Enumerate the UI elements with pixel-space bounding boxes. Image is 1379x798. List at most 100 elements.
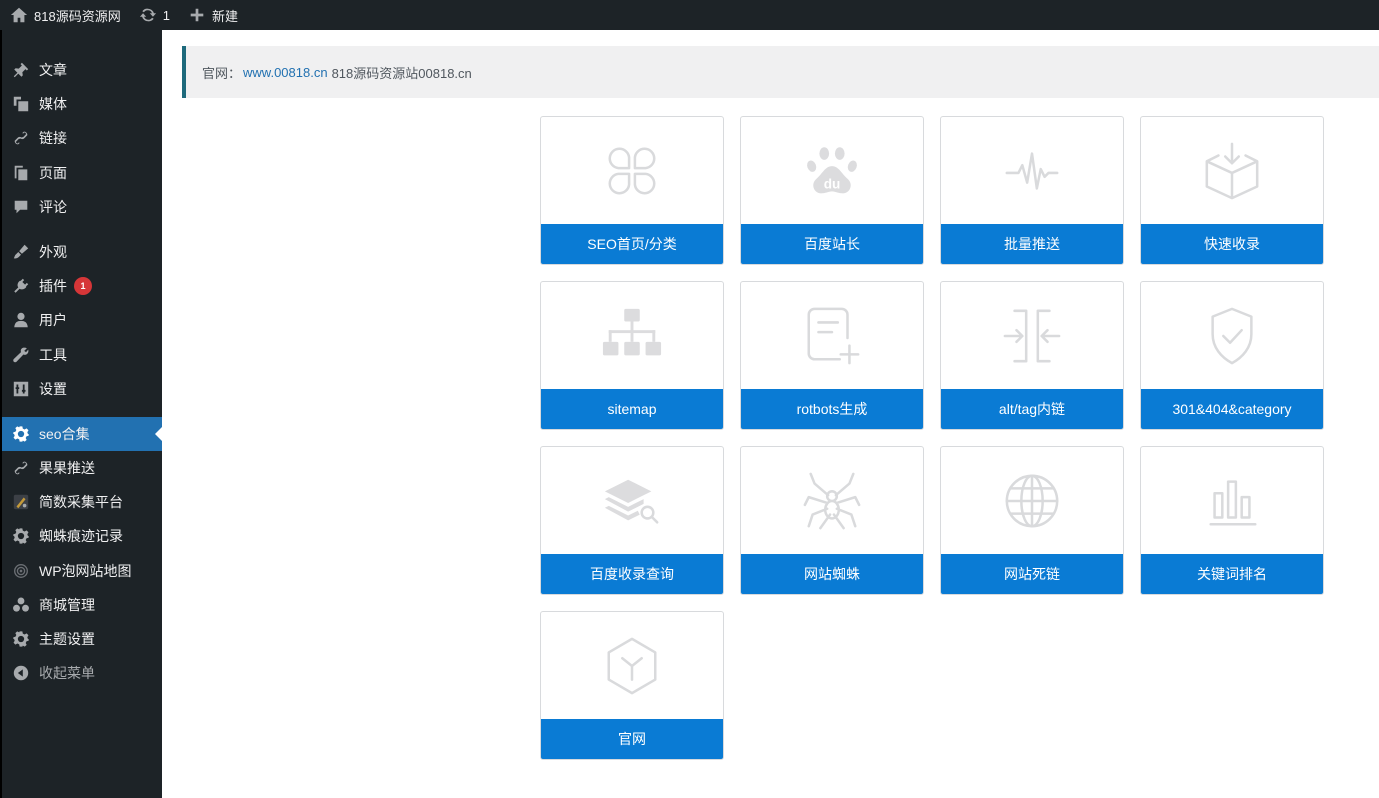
official-site-link[interactable]: www.00818.cn bbox=[243, 65, 328, 80]
link-icon bbox=[11, 458, 31, 478]
collapse-icon bbox=[11, 663, 31, 683]
svg-text:du: du bbox=[824, 176, 841, 191]
settings-icon bbox=[11, 379, 31, 399]
menu-label: 页面 bbox=[39, 165, 67, 181]
new-content-link[interactable]: 新建 bbox=[180, 0, 246, 30]
menu-media[interactable]: 媒体 bbox=[2, 87, 162, 121]
tile-label: 批量推送 bbox=[941, 224, 1123, 264]
menu-label: 商城管理 bbox=[39, 597, 95, 613]
menu-shop-management[interactable]: 商城管理 bbox=[2, 588, 162, 622]
menu-label: 工具 bbox=[39, 347, 67, 363]
gear-icon bbox=[11, 424, 31, 444]
menu-posts[interactable]: 文章 bbox=[2, 53, 162, 87]
page-icon bbox=[11, 163, 31, 183]
updates-link[interactable]: 1 bbox=[131, 0, 178, 30]
plus-icon bbox=[190, 8, 204, 22]
tile-label: 网站死链 bbox=[941, 554, 1123, 594]
menu-jianshu-collector[interactable]: 简数采集平台 bbox=[2, 485, 162, 519]
menu-appearance[interactable]: 外观 bbox=[2, 235, 162, 269]
menu-pages[interactable]: 页面 bbox=[2, 156, 162, 190]
tile-robots-generator[interactable]: rotbots生成 bbox=[740, 281, 924, 430]
link-icon bbox=[11, 128, 31, 148]
menu-label: seo合集 bbox=[39, 426, 90, 442]
tile-baidu-webmaster[interactable]: du 百度站长 bbox=[740, 116, 924, 265]
bar-chart-icon bbox=[1141, 447, 1323, 554]
pulse-icon bbox=[941, 117, 1123, 224]
site-name: 818源码资源网 bbox=[34, 8, 121, 24]
tile-label: sitemap bbox=[541, 389, 723, 429]
menu-label: 蜘蛛痕迹记录 bbox=[39, 528, 123, 544]
menu-label: 媒体 bbox=[39, 96, 67, 112]
clover-icon bbox=[541, 117, 723, 224]
tile-seo-home-category[interactable]: SEO首页/分类 bbox=[540, 116, 724, 265]
notice-prefix: 官网： bbox=[202, 65, 242, 81]
tile-label: alt/tag内链 bbox=[941, 389, 1123, 429]
menu-theme-settings[interactable]: 主题设置 bbox=[2, 622, 162, 656]
tile-batch-push[interactable]: 批量推送 bbox=[940, 116, 1124, 265]
tile-site-spider[interactable]: 网站蜘蛛 bbox=[740, 446, 924, 595]
tile-official-site[interactable]: 官网 bbox=[540, 611, 724, 760]
home-icon bbox=[10, 7, 28, 23]
notice-suffix: 818源码资源站00818.cn bbox=[331, 65, 472, 81]
menu-settings[interactable]: 设置 bbox=[2, 372, 162, 406]
menu-label: 主题设置 bbox=[39, 631, 95, 647]
menu-collapse[interactable]: 收起菜单 bbox=[2, 656, 162, 690]
menu-label: 外观 bbox=[39, 244, 67, 260]
menu-guoguo-push[interactable]: 果果推送 bbox=[2, 451, 162, 485]
collector-icon bbox=[11, 492, 31, 512]
menu-plugins[interactable]: 插件 1 bbox=[2, 269, 162, 303]
updates-count: 1 bbox=[162, 7, 170, 23]
globe-icon bbox=[941, 447, 1123, 554]
wrench-icon bbox=[11, 345, 31, 365]
tile-label: 百度收录查询 bbox=[541, 554, 723, 594]
menu-label: 文章 bbox=[39, 62, 67, 78]
layers-search-icon bbox=[541, 447, 723, 554]
menu-seo-collection[interactable]: seo合集 bbox=[2, 417, 163, 451]
menu-comments[interactable]: 评论 bbox=[2, 190, 162, 224]
refresh-icon bbox=[139, 8, 156, 22]
admin-sidebar: 文章 媒体 链接 页面 评论 外观 插件 1 用户 工具 设置 seo合集 果果… bbox=[0, 30, 163, 798]
tile-label: 官网 bbox=[541, 719, 723, 759]
menu-label: 收起菜单 bbox=[39, 665, 95, 681]
site-home-link[interactable]: 818源码资源网 bbox=[0, 0, 129, 30]
menu-wp-sitemap[interactable]: WP泡网站地图 bbox=[2, 554, 162, 588]
groups-icon bbox=[11, 595, 31, 615]
admin-bar: 818源码资源网 1 新建 bbox=[0, 0, 1379, 30]
menu-label: 果果推送 bbox=[39, 460, 95, 476]
tile-fast-indexing[interactable]: 快速收录 bbox=[1140, 116, 1324, 265]
menu-label: 链接 bbox=[39, 130, 67, 146]
menu-label: 评论 bbox=[39, 199, 67, 215]
sitemap-plugin-icon bbox=[11, 561, 31, 581]
tile-label: 301&404&category bbox=[1141, 389, 1323, 429]
menu-label: 简数采集平台 bbox=[39, 494, 123, 510]
tile-label: 百度站长 bbox=[741, 224, 923, 264]
tile-baidu-index-query[interactable]: 百度收录查询 bbox=[540, 446, 724, 595]
tile-keyword-ranking[interactable]: 关键词排名 bbox=[1140, 446, 1324, 595]
menu-label: 插件 bbox=[39, 278, 67, 294]
tile-sitemap[interactable]: sitemap bbox=[540, 281, 724, 430]
tile-301-404-category[interactable]: 301&404&category bbox=[1140, 281, 1324, 430]
tile-label: 快速收录 bbox=[1141, 224, 1323, 264]
tile-dead-links[interactable]: 网站死链 bbox=[940, 446, 1124, 595]
new-label: 新建 bbox=[211, 8, 238, 24]
menu-spider-log[interactable]: 蜘蛛痕迹记录 bbox=[2, 519, 162, 553]
gear-icon bbox=[11, 526, 31, 546]
official-site-notice: 官网： www.00818.cn 818源码资源站00818.cn bbox=[182, 46, 1379, 98]
box-download-icon bbox=[1141, 117, 1323, 224]
menu-users[interactable]: 用户 bbox=[2, 303, 162, 337]
menu-links[interactable]: 链接 bbox=[2, 121, 162, 155]
shield-check-icon bbox=[1141, 282, 1323, 389]
spider-icon bbox=[741, 447, 923, 554]
cube-y-icon bbox=[541, 612, 723, 719]
gear-icon bbox=[11, 629, 31, 649]
tile-label: SEO首页/分类 bbox=[541, 224, 723, 264]
sitemap-icon bbox=[541, 282, 723, 389]
plugin-icon bbox=[11, 276, 31, 296]
menu-tools[interactable]: 工具 bbox=[2, 338, 162, 372]
pin-icon bbox=[11, 60, 31, 80]
doc-add-icon bbox=[741, 282, 923, 389]
plugin-update-badge: 1 bbox=[74, 277, 92, 295]
baidu-paw-icon: du bbox=[741, 117, 923, 224]
tile-alt-tag-internal-links[interactable]: alt/tag内链 bbox=[940, 281, 1124, 430]
menu-label: WP泡网站地图 bbox=[39, 563, 132, 579]
